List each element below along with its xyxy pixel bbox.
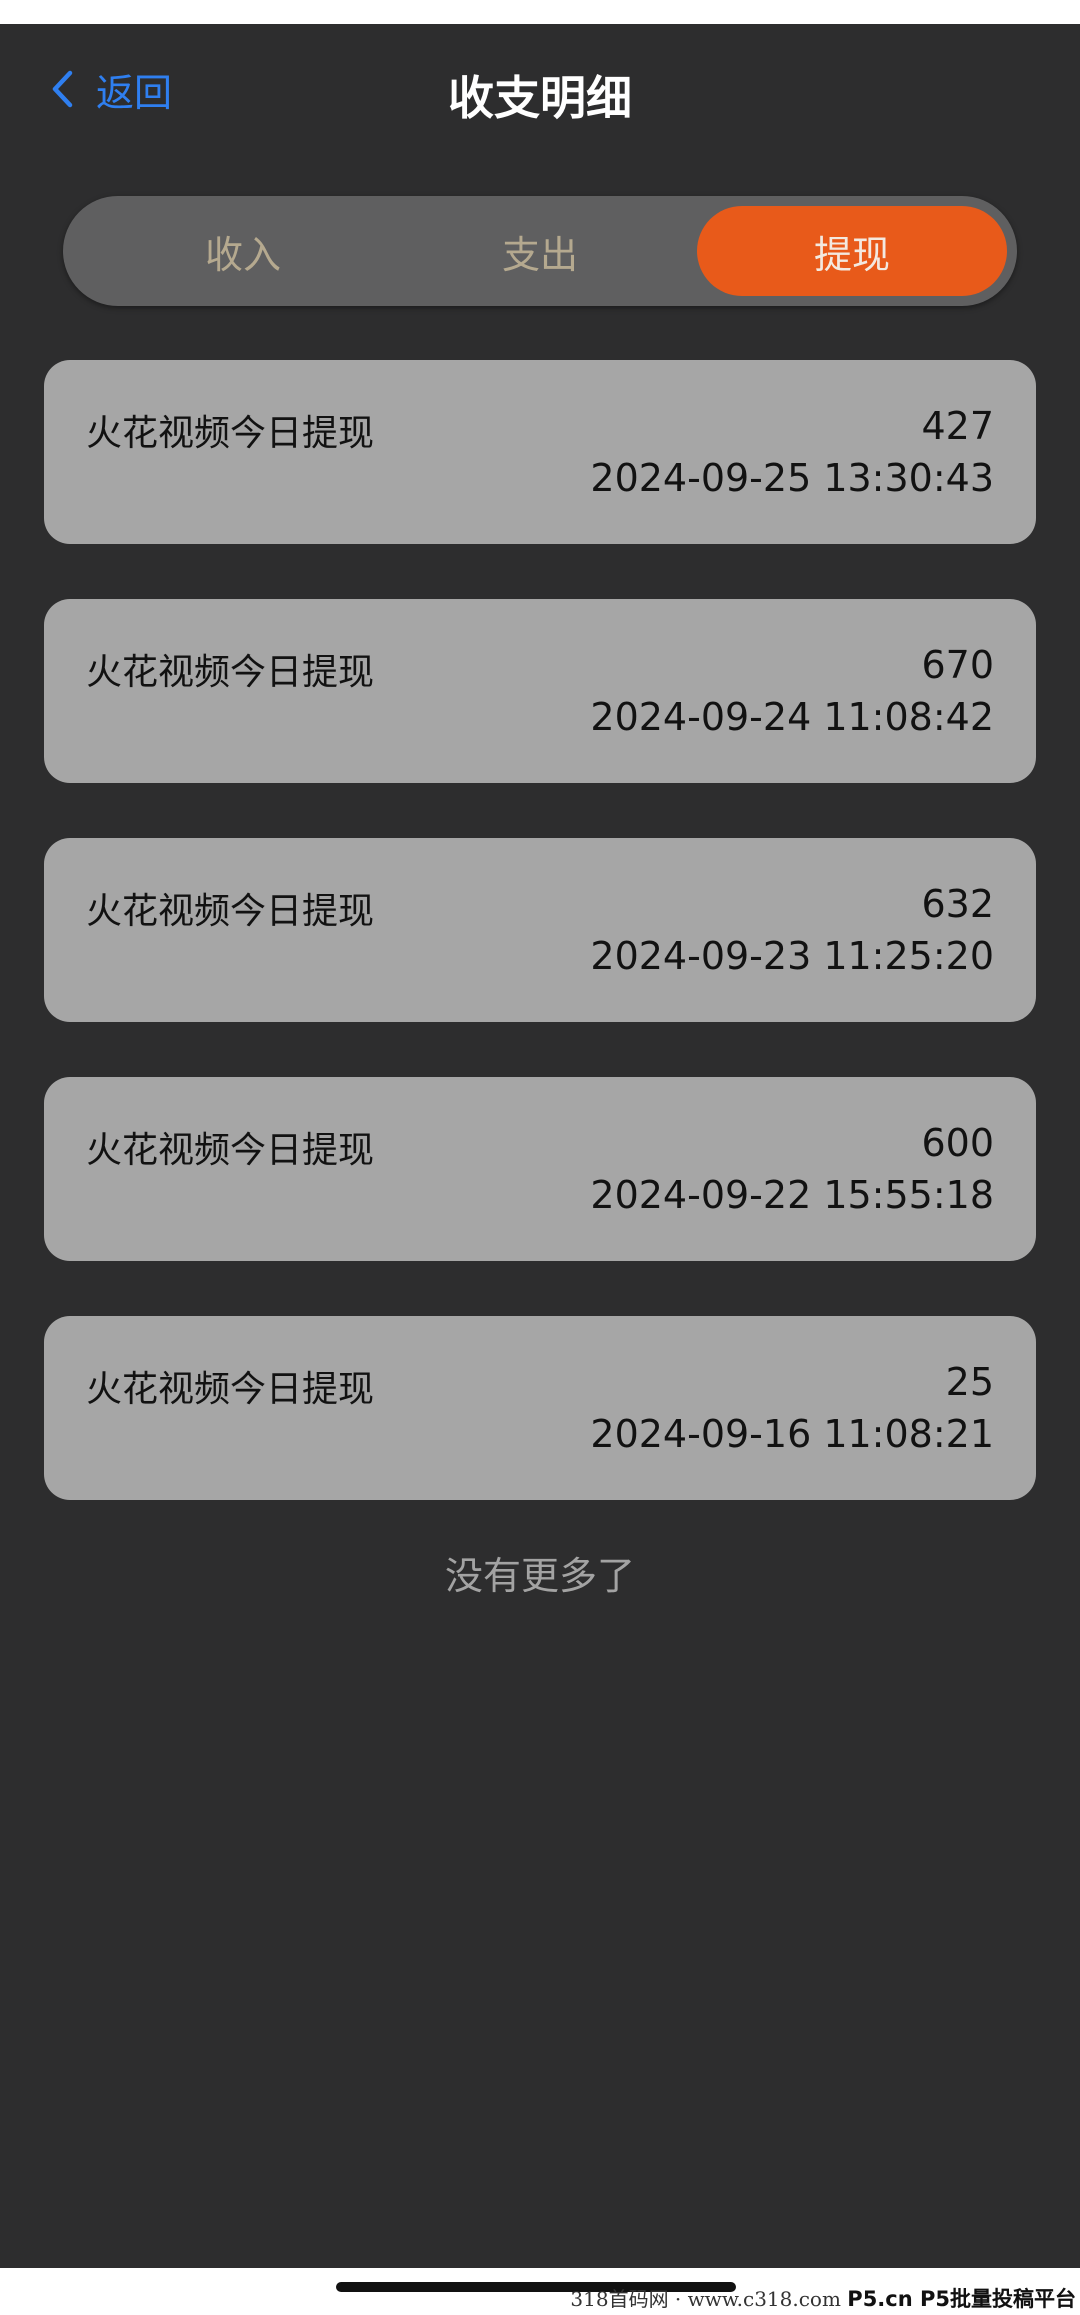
record-amount: 600 [921, 1121, 994, 1165]
watermark-left: 318首码网 · www.c318.com [570, 2287, 841, 2311]
page-title: 收支明细 [448, 71, 632, 125]
list-item[interactable]: 火花视频今日提现 427 2024-09-25 13:30:43 [44, 360, 1036, 544]
tab-withdraw[interactable]: 提现 [697, 206, 1007, 296]
record-time: 2024-09-16 11:08:21 [590, 1412, 994, 1456]
watermark-right: P5.cn P5批量投稿平台 [847, 2287, 1076, 2311]
list-item[interactable]: 火花视频今日提现 25 2024-09-16 11:08:21 [44, 1316, 1036, 1500]
record-amount: 632 [921, 882, 994, 926]
record-time: 2024-09-25 13:30:43 [590, 456, 994, 500]
tab-segment-control: 收入 支出 提现 [63, 196, 1017, 306]
no-more-text: 没有更多了 [444, 1554, 635, 1598]
record-time: 2024-09-24 11:08:42 [590, 695, 994, 739]
tab-expense[interactable]: 支出 [385, 206, 695, 296]
record-amount: 25 [945, 1360, 994, 1404]
record-list: 火花视频今日提现 427 2024-09-25 13:30:43 火花视频今日提… [44, 360, 1036, 1555]
record-title: 火花视频今日提现 [86, 1130, 375, 1171]
record-time: 2024-09-23 11:25:20 [590, 934, 994, 978]
list-item[interactable]: 火花视频今日提现 670 2024-09-24 11:08:42 [44, 599, 1036, 783]
nav-bar: 返回 收支明细 [0, 24, 1080, 154]
list-item[interactable]: 火花视频今日提现 632 2024-09-23 11:25:20 [44, 838, 1036, 1022]
record-title: 火花视频今日提现 [86, 891, 375, 932]
list-item[interactable]: 火花视频今日提现 600 2024-09-22 15:55:18 [44, 1077, 1036, 1261]
status-bar [0, 0, 1080, 24]
record-title: 火花视频今日提现 [86, 1369, 375, 1410]
record-title: 火花视频今日提现 [86, 413, 375, 454]
record-time: 2024-09-22 15:55:18 [590, 1173, 994, 1217]
record-amount: 670 [921, 643, 994, 687]
watermark: 318首码网 · www.c318.com P5.cn P5批量投稿平台 [570, 2283, 1076, 2313]
record-title: 火花视频今日提现 [86, 652, 375, 693]
record-amount: 427 [921, 404, 994, 448]
tab-income[interactable]: 收入 [88, 206, 398, 296]
